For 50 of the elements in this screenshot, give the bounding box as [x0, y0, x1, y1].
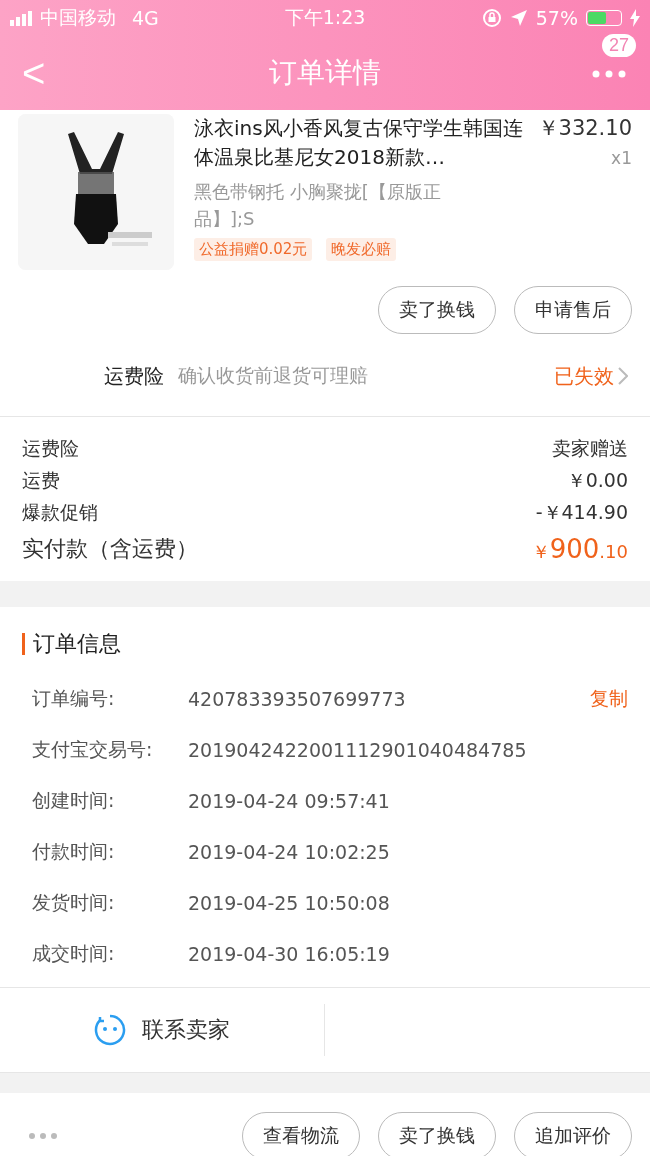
order-action-button[interactable]: 追加评价 — [514, 1112, 632, 1156]
info-label: 创建时间: — [32, 787, 116, 813]
info-label: 订单编号: — [32, 685, 116, 711]
total-amount: ￥900.10 — [531, 534, 628, 564]
contact-seller-button[interactable]: 联系卖家 — [0, 1004, 325, 1056]
info-value: 2019-04-25 10:50:08 — [188, 891, 391, 914]
battery-percent: 57% — [535, 7, 578, 29]
signal-icon — [10, 10, 32, 26]
charging-icon — [630, 9, 640, 27]
item-action-button[interactable]: 卖了换钱 — [378, 286, 496, 334]
rotation-lock-icon — [481, 8, 502, 28]
fee-label: 爆款促销 — [22, 500, 98, 525]
info-value: 2019-04-24 10:02:25 — [188, 840, 391, 863]
page-title: 订单详情 — [269, 55, 381, 91]
message-count-badge: 27 — [601, 34, 636, 57]
carrier-name: 中国移动 — [40, 5, 116, 30]
product-title[interactable]: 泳衣ins风小香风复古保守学生韩国连体温泉比基尼女2018新款… — [194, 114, 528, 172]
order-action-button[interactable]: 卖了换钱 — [378, 1112, 496, 1156]
product-variant: 黑色带钢托 小胸聚拢[【原版正品】];S — [194, 180, 442, 231]
service-tag: 晚发必赔 — [326, 238, 397, 261]
info-value: 420783393507699773 — [188, 687, 407, 710]
fee-value: 卖家赠送 — [552, 436, 628, 461]
battery-icon — [586, 10, 622, 26]
location-icon — [509, 9, 528, 27]
insurance-description: 确认收货前退货可理赔 — [178, 363, 369, 388]
info-label: 发货时间: — [32, 889, 116, 915]
status-time: 下午1:23 — [284, 6, 366, 28]
info-value: 2019042422001112901040484785 — [188, 738, 528, 761]
fee-label: 运费 — [22, 468, 60, 493]
insurance-label: 运费险 — [104, 362, 164, 390]
order-action-button[interactable]: 查看物流 — [242, 1112, 360, 1156]
info-label: 支付宝交易号: — [32, 736, 154, 762]
fee-value: -￥414.90 — [535, 500, 628, 525]
chevron-right-icon — [618, 367, 628, 385]
network-type: 4G — [132, 7, 159, 29]
more-icon — [592, 70, 626, 78]
fee-label: 运费险 — [22, 436, 79, 461]
info-value: 2019-04-30 16:05:19 — [188, 942, 391, 965]
more-icon[interactable] — [28, 1132, 58, 1140]
section-title: 订单信息 — [33, 630, 121, 658]
product-price: ￥332.10 — [537, 115, 632, 142]
info-label: 成交时间: — [32, 940, 116, 966]
service-tag: 公益捐赠0.02元 — [194, 238, 313, 261]
info-value: 2019-04-24 09:57:41 — [188, 789, 391, 812]
total-label: 实付款（含运费） — [22, 535, 198, 563]
item-action-button[interactable]: 申请售后 — [514, 286, 632, 334]
product-quantity: x1 — [610, 148, 632, 168]
chat-face-icon — [94, 1014, 126, 1046]
fee-value: ￥0.00 — [566, 468, 628, 493]
info-label: 付款时间: — [32, 838, 116, 864]
